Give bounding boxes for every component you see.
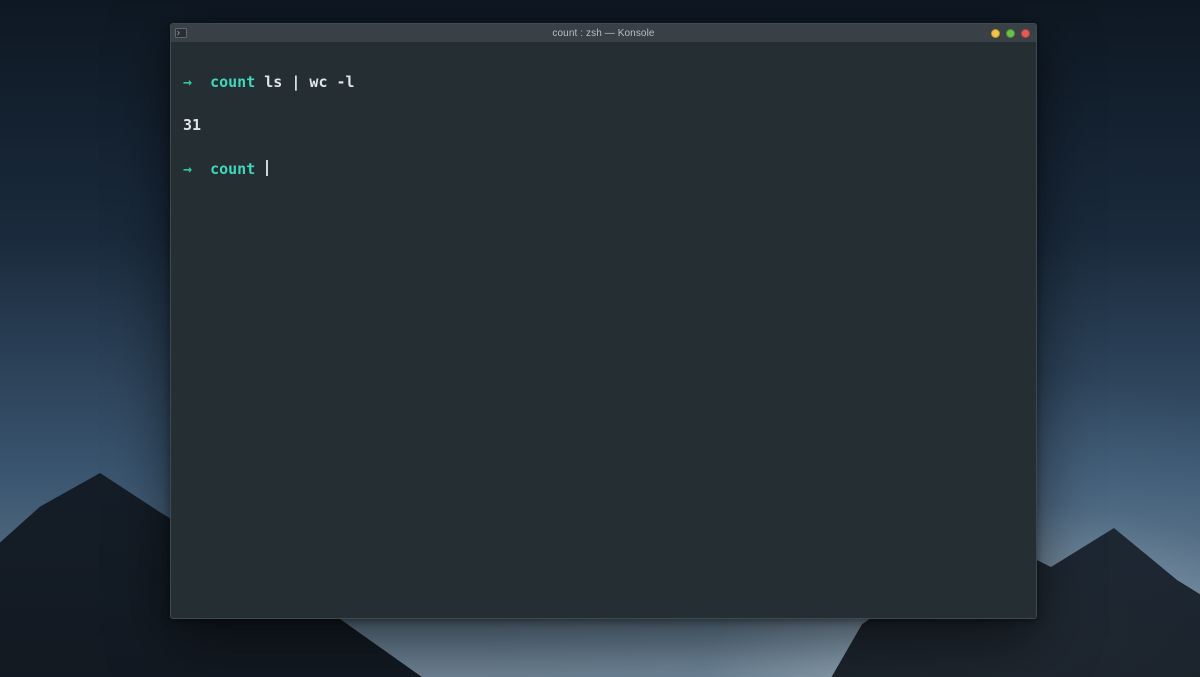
- terminal-window: count : zsh — Konsole → count ls | wc -l…: [170, 23, 1037, 619]
- prompt-dir: count: [210, 160, 255, 178]
- app-icon: [175, 28, 187, 38]
- minimize-button[interactable]: [991, 29, 1000, 38]
- desktop-wallpaper: count : zsh — Konsole → count ls | wc -l…: [0, 0, 1200, 677]
- terminal-line: 31: [183, 115, 1024, 137]
- terminal-line: → count ls | wc -l: [183, 72, 1024, 94]
- window-title: count : zsh — Konsole: [171, 28, 1036, 39]
- titlebar[interactable]: count : zsh — Konsole: [171, 24, 1036, 42]
- close-button[interactable]: [1021, 29, 1030, 38]
- window-controls: [991, 24, 1030, 42]
- command-text: ls | wc -l: [264, 73, 354, 91]
- terminal-line: → count: [183, 159, 1024, 181]
- prompt-arrow-icon: →: [183, 73, 192, 91]
- prompt-arrow-icon: →: [183, 160, 192, 178]
- prompt-dir: count: [210, 73, 255, 91]
- output-text: 31: [183, 116, 201, 134]
- terminal-body[interactable]: → count ls | wc -l 31 → count: [171, 42, 1036, 618]
- maximize-button[interactable]: [1006, 29, 1015, 38]
- text-cursor: [266, 160, 268, 176]
